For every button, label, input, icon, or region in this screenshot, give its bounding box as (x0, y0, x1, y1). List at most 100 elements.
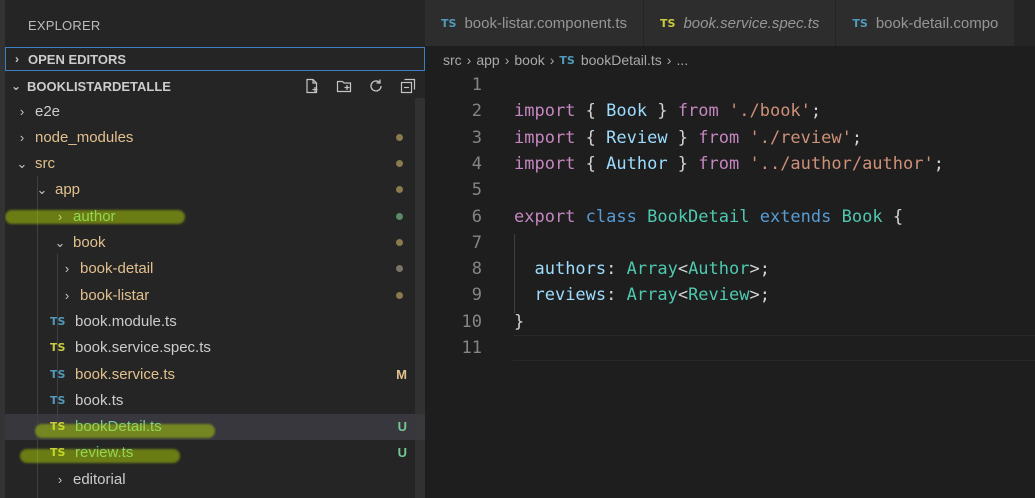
typescript-file-icon: TS (50, 341, 66, 354)
chevron-right-icon: › (15, 52, 19, 66)
code-token: } (667, 127, 699, 148)
tab-label: book.service.spec.ts (683, 14, 820, 32)
git-status-badge: U (397, 419, 407, 435)
code-token: >; (749, 259, 770, 280)
tree-folder[interactable]: › node_modules (5, 124, 425, 150)
tree-item-label: src (35, 155, 55, 173)
editor-tab[interactable]: TS book-detail.compo (836, 0, 1016, 46)
code-token: export (514, 206, 576, 227)
code-text: } (514, 312, 524, 332)
code-token: ; (851, 127, 863, 148)
line-number: 8 (471, 259, 482, 280)
tree-item-label: book-detail (80, 260, 154, 278)
project-label: BOOKLISTARDETALLE (27, 78, 171, 94)
tree-item-label: e2e (35, 102, 61, 120)
tree-folder[interactable]: › e2e (5, 98, 425, 124)
code-token: Author (606, 153, 668, 174)
breadcrumb-file[interactable]: bookDetail.ts (581, 52, 662, 68)
code-text: import { Review } from './review'; (514, 128, 862, 148)
git-status-dot (396, 265, 403, 273)
code-token: Review (688, 285, 750, 306)
code-token: './review' (749, 127, 852, 148)
breadcrumb-item[interactable]: app (476, 52, 499, 68)
indent-guide (514, 233, 515, 313)
code-token: { (882, 206, 904, 227)
git-status-badge: U (397, 445, 407, 461)
open-editors-header[interactable]: › OPEN EDITORS (5, 47, 425, 71)
code-line: 4 import { Author } from '../author/autho… (425, 151, 1035, 177)
line-number: 3 (471, 127, 482, 148)
tree-file[interactable]: TS book.service.spec.ts (5, 335, 425, 361)
typescript-file-icon: TS (559, 53, 575, 67)
sidebar-scrollbar[interactable] (415, 98, 425, 498)
tree-item-label: node_modules (35, 128, 134, 146)
editor-tab[interactable]: TS book-listar.component.ts (425, 0, 645, 46)
git-status-dot (396, 212, 403, 220)
tree-folder[interactable]: ⌄ book (5, 230, 425, 256)
tab-label: book-detail.compo (875, 14, 999, 32)
line-number: 6 (471, 206, 482, 227)
chevron-right-icon: › (64, 287, 70, 303)
code-line: 5 (425, 177, 1035, 203)
marker-highlight (5, 210, 185, 224)
tree-item-label: book-listar (80, 286, 150, 304)
chevron-right-icon: › (504, 52, 510, 68)
code-token: ; (933, 153, 944, 174)
code-token: from (698, 127, 740, 148)
code-line: 7 (425, 230, 1035, 256)
breadcrumb-item[interactable]: src (443, 52, 462, 68)
tree-file[interactable]: TS book.module.ts (5, 308, 425, 334)
breadcrumb: src › app › book › TS bookDetail.ts ›... (443, 50, 688, 70)
code-token: Author (688, 259, 750, 280)
code-token: authors (534, 259, 607, 280)
tree-folder[interactable]: ⌄ app (5, 177, 425, 203)
indent-guide (57, 254, 58, 426)
new-folder-icon[interactable] (335, 77, 353, 95)
code-text: authors: Array<Author>; (514, 259, 770, 280)
line-number: 11 (461, 338, 482, 358)
code-token: Array (626, 259, 678, 280)
tree-item-label: app (55, 181, 81, 199)
code-line: 6 export class BookDetail extends Book { (425, 204, 1035, 230)
chevron-right-icon: › (666, 52, 672, 68)
tree-item-label: editorial (73, 470, 126, 488)
tree-folder[interactable]: › book-listar (5, 282, 425, 308)
code-text: reviews: Array<Review>; (514, 285, 769, 306)
git-status-badge: M (396, 366, 407, 382)
breadcrumb-item[interactable]: book (514, 52, 544, 68)
chevron-right-icon: › (57, 471, 63, 487)
project-header[interactable]: ⌄ BOOKLISTARDETALLE (5, 74, 425, 98)
tab-bar: TS book-listar.component.ts TS book.service… (425, 0, 1035, 46)
code-token: } (647, 101, 678, 122)
new-file-icon[interactable] (303, 77, 321, 95)
code-token: BookDetail (647, 206, 750, 227)
chevron-right-icon: › (19, 103, 25, 119)
refresh-icon[interactable] (367, 77, 385, 95)
tree-folder[interactable]: › editorial (5, 466, 425, 492)
code-token: extends (759, 206, 832, 227)
code-token: '../author/author' (749, 153, 934, 174)
breadcrumb-symbol[interactable]: ... (676, 52, 688, 68)
tree-folder[interactable]: ⌄ src (5, 151, 425, 177)
open-editors-label: OPEN EDITORS (28, 51, 127, 67)
git-status-dot (396, 133, 403, 141)
git-status-dot (396, 239, 403, 246)
code-token: { (575, 101, 607, 122)
code-line: 8 authors: Array<Author>; (425, 256, 1035, 282)
tree-item-label: book.service.ts (75, 365, 176, 383)
editor-tab[interactable]: TS book.service.spec.ts (644, 0, 837, 46)
typescript-file-icon: TS (50, 315, 66, 328)
tree-file[interactable]: TS book.ts (5, 387, 425, 413)
typescript-file-icon: TS (50, 394, 66, 407)
code-token: Book (606, 101, 648, 122)
tree-folder[interactable]: › book-detail (5, 256, 425, 282)
chevron-down-icon: ⌄ (16, 155, 28, 171)
collapse-all-icon[interactable] (399, 77, 417, 95)
tree-file[interactable]: TS book.service.ts M (5, 361, 425, 387)
code-token: ; (810, 101, 822, 122)
code-token: Array (626, 285, 678, 306)
